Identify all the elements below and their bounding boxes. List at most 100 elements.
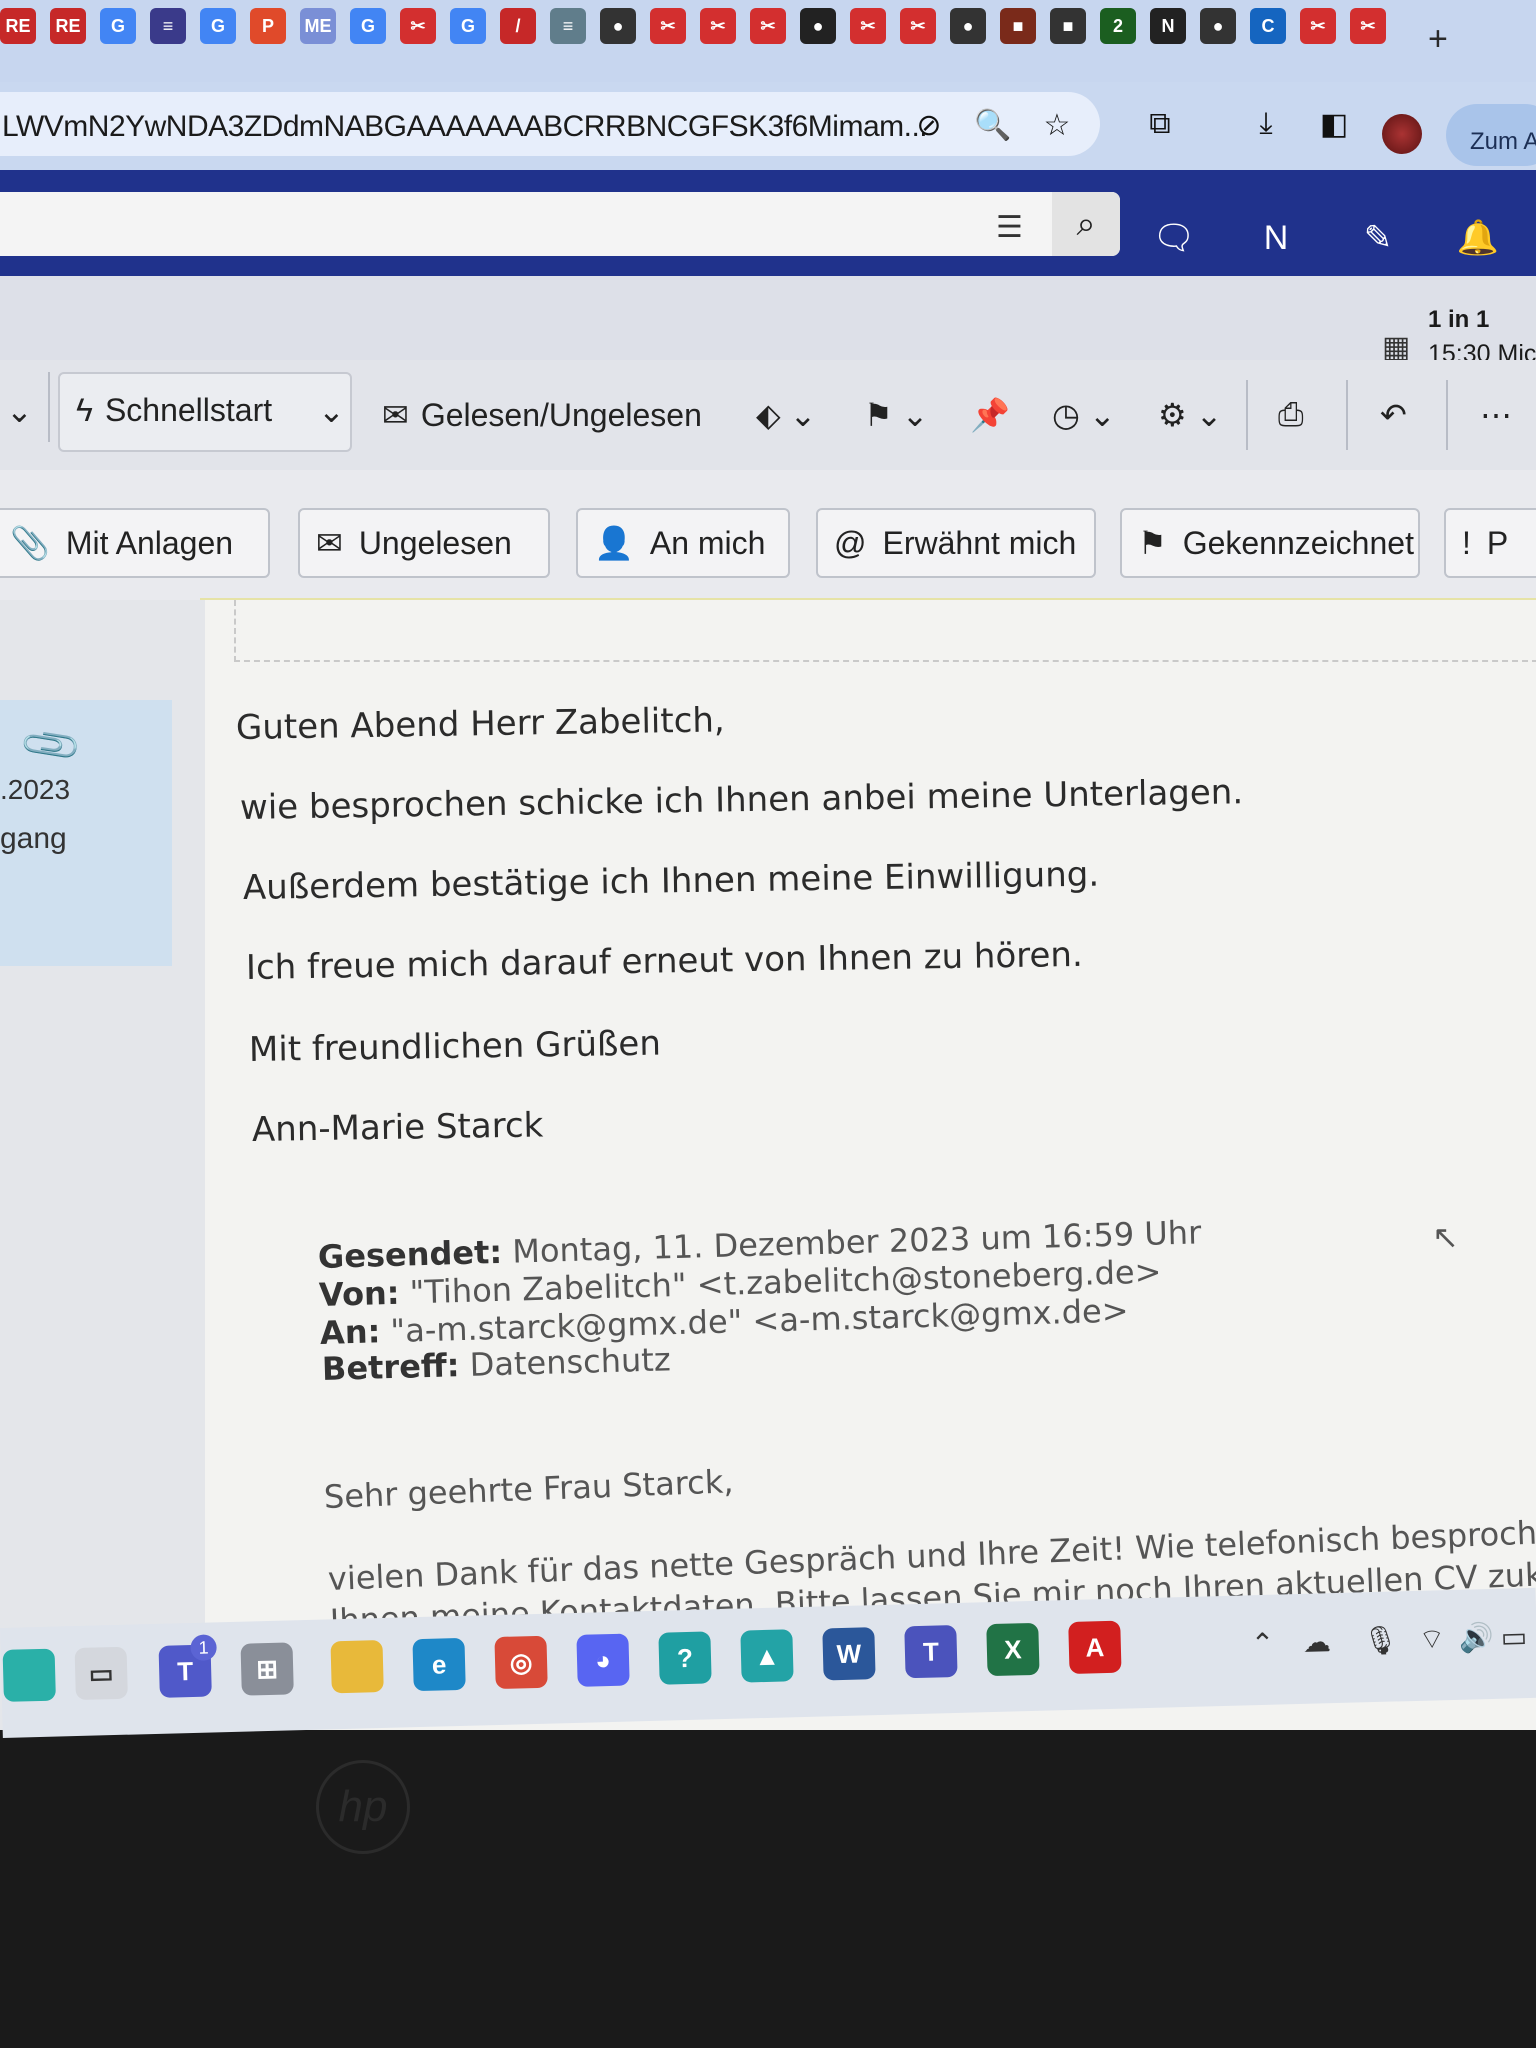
volume-icon[interactable]: 🔊 — [1458, 1621, 1494, 1655]
pinned-tab-icon[interactable]: RE — [0, 8, 36, 44]
acrobat-icon[interactable]: A — [1068, 1620, 1122, 1675]
chip-ungelesen[interactable]: ✉ Ungelesen — [298, 508, 550, 578]
meeting-title[interactable]: 1 in 1 — [1428, 306, 1489, 334]
zum-button[interactable]: Zum A — [1446, 104, 1536, 166]
windows-icon[interactable]: ⊞ — [240, 1642, 294, 1696]
chrome-icon[interactable]: ◎ — [494, 1635, 548, 1690]
discord-icon[interactable]: ◕ — [576, 1633, 630, 1687]
address-bar[interactable]: LWVmN2YwNDA3ZDdmNABGAAAAAAABCRRBNCGFSK3f… — [0, 92, 1100, 156]
pinned-tab-icon[interactable]: ✂ — [1300, 8, 1336, 44]
pinned-tab-icon[interactable]: P — [250, 8, 286, 44]
new-tab-button[interactable]: + — [1428, 20, 1448, 59]
ribbon-separator — [1346, 380, 1348, 450]
pinned-tab-icon[interactable]: ✂ — [1350, 8, 1386, 44]
no-tracking-icon[interactable]: ⊘ — [910, 106, 948, 144]
pinned-tab-icon[interactable]: G — [100, 8, 136, 44]
teams-new-icon[interactable]: T — [904, 1624, 958, 1679]
notification-bell-icon[interactable]: 🔔 — [1456, 216, 1500, 260]
to-label: An: — [319, 1312, 381, 1352]
pinned-tab-icon[interactable]: RE — [50, 8, 86, 44]
header-box — [234, 600, 1536, 662]
copilot-icon[interactable] — [2, 1648, 56, 1702]
wifi-icon[interactable]: ⌔ — [1418, 1622, 1445, 1658]
print-icon[interactable]: ⎙ — [1278, 396, 1304, 434]
pinned-tab-icon[interactable]: ✂ — [750, 8, 786, 44]
chip-gekennzeichnet[interactable]: ⚑ Gekennzeichnet — [1120, 508, 1420, 578]
pinned-tab-icon[interactable]: ■ — [1000, 8, 1036, 44]
pinned-tab-icon[interactable]: ● — [1200, 8, 1236, 44]
pinned-tab-icon[interactable]: C — [1250, 8, 1286, 44]
snooze-clock-icon[interactable]: ◷ ⌄ — [1052, 396, 1116, 434]
pinned-tab-icon[interactable]: ✂ — [850, 8, 886, 44]
chip-label: Gekennzeichnet — [1182, 524, 1414, 561]
rules-icon[interactable]: ⚙ ⌄ — [1158, 396, 1222, 434]
cloud-icon[interactable]: ☁ — [1302, 1625, 1331, 1659]
message-date: .2023 — [0, 774, 71, 805]
app-icon[interactable]: ▲ — [740, 1629, 794, 1683]
pinned-tab-icon[interactable]: ≡ — [550, 8, 586, 44]
search-input[interactable] — [0, 192, 1120, 256]
undo-icon[interactable]: ↶ — [1380, 396, 1407, 434]
pinned-tab-icon[interactable]: 2 — [1100, 8, 1136, 44]
microphone-icon[interactable]: 🎙 — [1362, 1623, 1398, 1657]
pinned-tab-icon[interactable]: ME — [300, 8, 336, 44]
chip-priority[interactable]: ! P — [1444, 508, 1536, 578]
pinned-tab-icon[interactable]: G — [350, 8, 386, 44]
ribbon-dropdown-chevron-icon[interactable]: ⌄ — [6, 392, 33, 430]
extensions-icon[interactable]: ⧉ — [1140, 104, 1180, 144]
download-icon[interactable]: ⤓ — [1246, 104, 1286, 144]
search-button[interactable]: ⌕ — [1052, 192, 1120, 256]
ribbon-separator — [48, 372, 50, 442]
more-options-icon[interactable]: ⋯ — [1480, 396, 1512, 434]
pinned-tab-icon[interactable]: / — [500, 8, 536, 44]
chip-mit-anlagen[interactable]: 📎 Mit Anlagen — [0, 508, 270, 578]
subject-label: Betreff: — [321, 1346, 461, 1388]
sent-label: Gesendet: — [317, 1232, 503, 1276]
excel-icon[interactable]: X — [986, 1622, 1040, 1677]
pinned-tab-icon[interactable]: N — [1150, 8, 1186, 44]
chevron-up-icon[interactable]: ⌃ — [1250, 1627, 1274, 1661]
pinned-tab-icon[interactable]: ● — [800, 8, 836, 44]
pinned-tab-icon[interactable]: ≡ — [150, 8, 186, 44]
word-icon[interactable]: W — [822, 1627, 876, 1681]
pinned-tab-icon[interactable]: ● — [600, 8, 636, 44]
help-icon[interactable]: ? — [658, 1631, 712, 1685]
pin-icon[interactable]: 📌 — [970, 396, 1010, 434]
paperclip-icon: 📎 — [10, 525, 50, 561]
profile-avatar[interactable] — [1382, 114, 1422, 154]
flag-icon[interactable]: ⚑ ⌄ — [864, 396, 928, 434]
file-explorer-icon[interactable] — [330, 1639, 384, 1694]
todo-icon[interactable]: ✎ — [1356, 216, 1400, 260]
pinned-tab-icon[interactable]: G — [450, 8, 486, 44]
bookmark-star-icon[interactable]: ☆ — [1038, 106, 1076, 144]
filter-icon[interactable]: ☰ — [996, 210, 1023, 245]
sidebar-icon[interactable]: ◧ — [1314, 104, 1354, 144]
pinned-tab-icon[interactable]: ✂ — [900, 8, 936, 44]
chip-label: Erwähnt mich — [882, 524, 1077, 561]
gelesen-ungelesen-button[interactable]: ✉ Gelesen/Ungelesen — [382, 396, 702, 434]
pinned-tab-icon[interactable]: ✂ — [400, 8, 436, 44]
chip-label: An mich — [649, 524, 766, 561]
url-text[interactable]: LWVmN2YwNDA3ZDdmNABGAAAAAAABCRRBNCGFSK3f… — [2, 110, 928, 144]
zoom-icon[interactable]: 🔍 — [974, 106, 1012, 144]
battery-icon[interactable]: ▭ — [1500, 1620, 1527, 1654]
info-strip — [0, 276, 1536, 372]
chat-icon[interactable]: 🗨 — [1152, 216, 1196, 260]
chip-erwaehnt-mich[interactable]: @ Erwähnt mich — [816, 508, 1096, 578]
pinned-tab-icon[interactable]: ● — [950, 8, 986, 44]
chip-an-mich[interactable]: 👤 An mich — [576, 508, 790, 578]
onenote-icon[interactable]: N — [1254, 216, 1298, 260]
schnellstart-chevron-icon[interactable]: ⌄ — [318, 392, 345, 430]
browser-toolbar: LWVmN2YwNDA3ZDdmNABGAAAAAAABCRRBNCGFSK3f… — [0, 82, 1536, 170]
task-view-icon[interactable]: ▭ — [74, 1646, 128, 1701]
schnellstart-button[interactable]: ϟ Schnellstart — [76, 392, 272, 429]
edge-icon[interactable]: e — [412, 1637, 466, 1692]
person-icon: 👤 — [594, 525, 634, 561]
screen: RE RE G ≡ G P ME G ✂ G / ≡ ● ✂ ✂ ✂ ● ✂ ✂ ● ■ ■ 2 N ● C ✂ ✂ + LWVmN2… — [0, 0, 1536, 1730]
pinned-tabs: RE RE G ≡ G P ME G ✂ G / ≡ ● ✂ ✂ ✂ ● ✂ ✂ ● ■ ■ 2 N ● C ✂ ✂ — [0, 8, 1386, 44]
tag-icon[interactable]: ⬖ ⌄ — [756, 396, 816, 434]
pinned-tab-icon[interactable]: ✂ — [700, 8, 736, 44]
pinned-tab-icon[interactable]: G — [200, 8, 236, 44]
pinned-tab-icon[interactable]: ✂ — [650, 8, 686, 44]
pinned-tab-icon[interactable]: ■ — [1050, 8, 1086, 44]
